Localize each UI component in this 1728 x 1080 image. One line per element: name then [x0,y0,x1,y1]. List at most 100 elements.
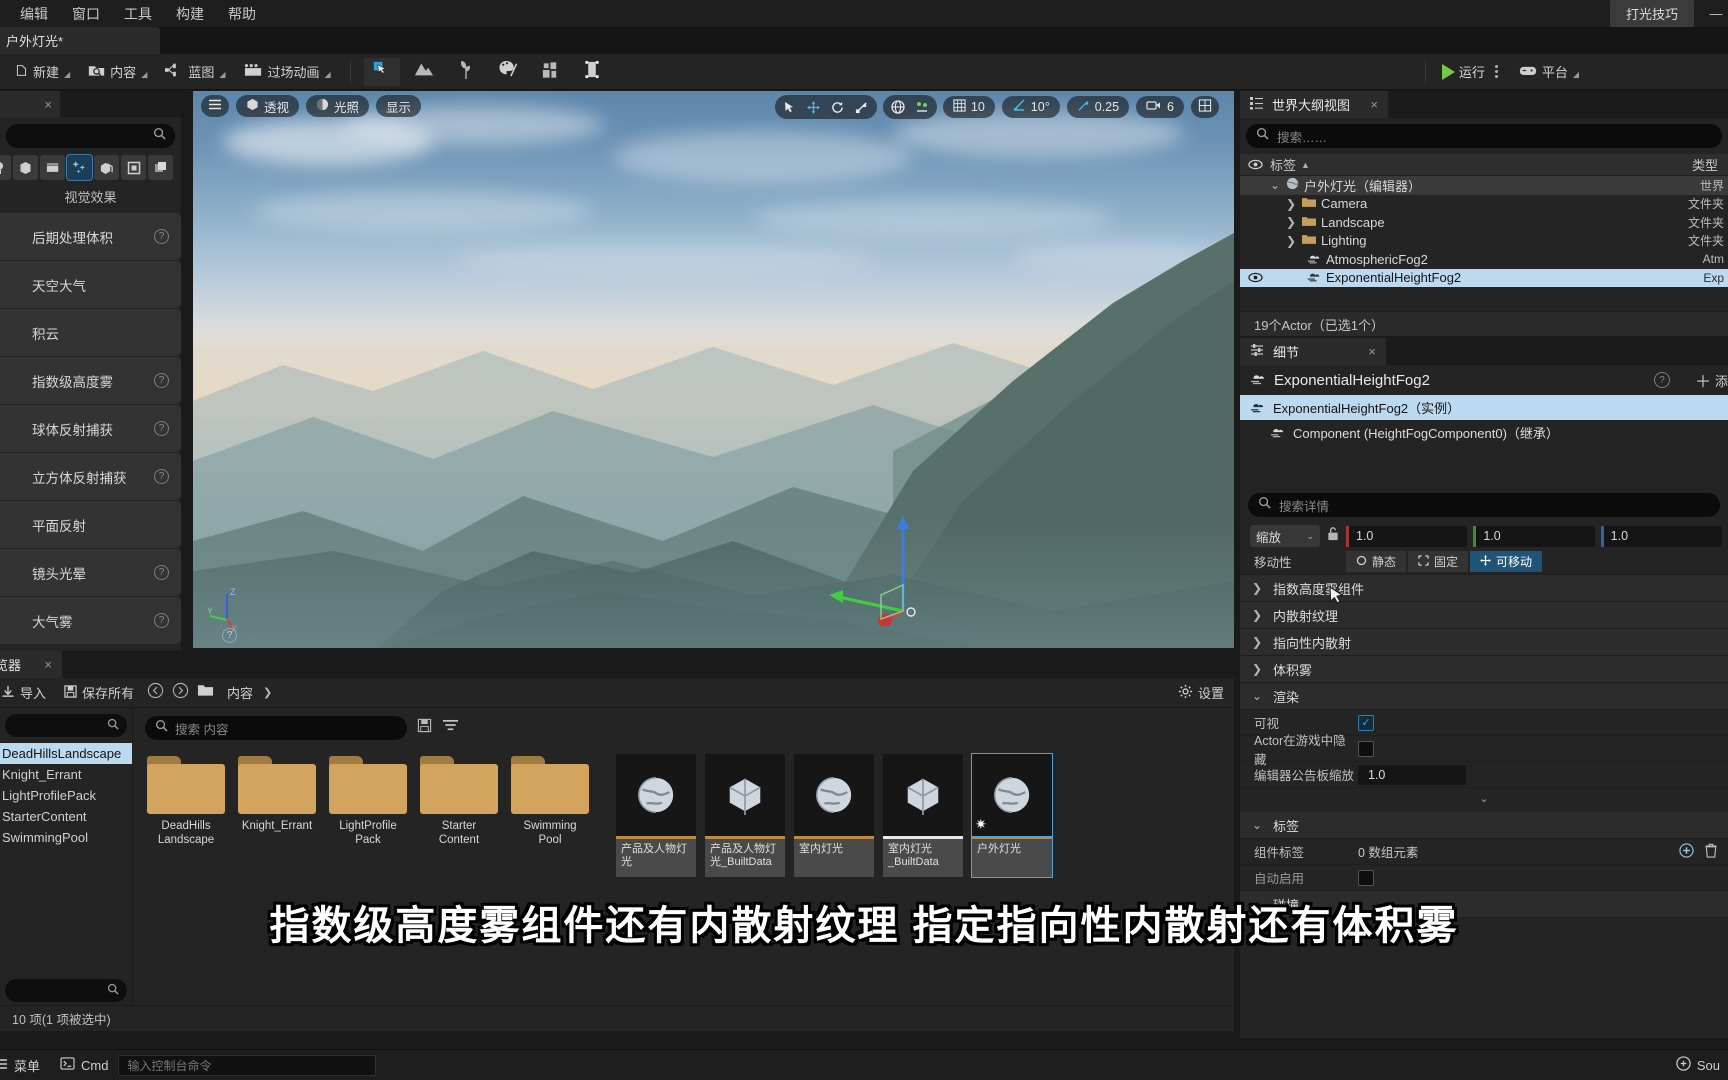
surface-snap-icon[interactable] [910,97,934,117]
auto-enable-checkbox[interactable] [1358,870,1374,886]
group-collision[interactable]: ⌄ 碰撞 [1240,891,1728,918]
place-actor-item-6[interactable]: 平面反射 [0,501,181,548]
place-actor-item-8[interactable]: 大气雾 ? [0,597,181,644]
outliner-row-world[interactable]: ⌄ 户外灯光（编辑器） 世界 [1240,176,1728,195]
group-rendering[interactable]: ⌄ 渲染 [1240,683,1728,710]
content-browser-settings-button[interactable]: 设置 [1178,683,1224,702]
select-tool-icon[interactable] [778,97,802,117]
menu-item-tools[interactable]: 工具 [112,1,164,27]
mode-fracture-button[interactable] [532,58,568,86]
lock-icon[interactable] [1326,526,1340,546]
save-all-button[interactable]: 保存所有 [59,681,139,704]
chevron-right-icon[interactable]: ❯ [1286,197,1297,211]
tree-item-deadhills[interactable]: DeadHillsLandscape [0,743,132,764]
platform-button[interactable]: 平台 ◢ [1510,58,1588,85]
rendering-expand-more-button[interactable]: ⌄ [1240,788,1728,808]
world-space-icon[interactable] [886,97,910,117]
folder-tile-knight[interactable]: Knight_Errant [236,754,318,877]
outliner-row-atmosphericfog2[interactable]: AtmosphericFog2 Atm [1240,250,1728,269]
asset-tile-0[interactable]: 产品及人物灯光 [616,754,696,877]
place-actors-tab[interactable]: × [0,91,60,117]
tree-item-lightprofile[interactable]: LightProfilePack [0,785,132,806]
category-cinematic-icon[interactable] [40,155,65,180]
outliner-tab[interactable]: 世界大纲视图 × [1240,91,1388,118]
category-geometry-icon[interactable] [94,155,119,180]
help-icon[interactable]: ? [154,613,169,628]
camera-speed-button[interactable]: 6 [1136,96,1184,118]
menu-item-help[interactable]: 帮助 [216,1,268,27]
place-actors-search-input[interactable] [6,124,175,148]
viewport-show-menu-button[interactable]: 显示 [376,95,421,117]
place-actor-item-4[interactable]: 球体反射捕获 ? [0,405,181,452]
project-tab[interactable]: 户外灯光* [0,27,160,54]
outliner-row-lighting[interactable]: ❯ Lighting 文件夹 [1240,232,1728,251]
level-viewport[interactable]: 透视 光照 显示 [193,91,1234,648]
place-actor-item-2[interactable]: 积云 [0,309,181,356]
group-volumetric-fog[interactable]: ❯ 体积雾 [1240,656,1728,683]
minimize-button[interactable]: — [1704,0,1728,27]
transform-mode-select[interactable]: 缩放 ⌄ [1250,525,1320,547]
group-inscattering-texture[interactable]: ❯ 内散射纹理 [1240,602,1728,629]
scale-x-input[interactable]: 1.0 [1346,526,1467,547]
filter-icon[interactable] [442,718,459,738]
play-options-icon[interactable] [1489,65,1504,78]
scale-tool-icon[interactable] [850,97,874,117]
folder-tile-swimming[interactable]: SwimmingPool [509,754,591,877]
console-command-input[interactable]: 输入控制台命令 [118,1055,376,1076]
details-tab[interactable]: 细节 × [1240,338,1386,365]
group-exp-height-fog-component[interactable]: ❯ 指数高度雾组件 [1240,575,1728,602]
play-button[interactable]: 运行 [1436,59,1510,84]
chevron-down-icon[interactable]: ⌄ [1270,178,1281,192]
breadcrumb[interactable]: 内容 ❯ [222,681,277,704]
place-actor-item-0[interactable]: 后期处理体积 ? [0,213,181,260]
visibility-toggle[interactable] [1240,272,1270,283]
billboard-scale-input[interactable]: 1.0 [1358,765,1466,785]
toolbar-blueprint-button[interactable]: 蓝图 ◢ [156,58,234,85]
outliner-row-landscape[interactable]: ❯ Landscape 文件夹 [1240,213,1728,232]
mode-select-button[interactable] [364,58,400,86]
asset-tile-4[interactable]: ✷ 户外灯光 [972,754,1052,877]
outliner-row-exponentialheightfog2[interactable]: ExponentialHeightFog2 Exp [1240,269,1728,288]
category-all-classes-icon[interactable] [148,155,173,180]
scale-z-input[interactable]: 1.0 [1601,526,1722,547]
toolbar-cinematics-button[interactable]: 过场动画 ◢ [235,58,340,85]
place-actor-item-1[interactable]: 天空大气 [0,261,181,308]
viewport-lit-mode-button[interactable]: 光照 [306,95,369,117]
rotate-tool-icon[interactable] [826,97,850,117]
outliner-type-column[interactable]: 类型 [1692,155,1718,174]
visible-checkbox[interactable]: ✓ [1358,715,1374,731]
mobility-stationary-button[interactable]: 固定 [1408,551,1468,572]
menu-item-edit[interactable]: 编辑 [8,1,60,27]
close-icon[interactable]: × [44,657,52,672]
import-button[interactable]: 导入 [0,681,51,704]
outliner-label-column[interactable]: 标签 [1270,155,1296,174]
viewport-layout-button[interactable] [1191,96,1219,118]
component-row-child[interactable]: Component (HeightFogComponent0)（继承） [1240,420,1728,445]
hidden-in-game-checkbox[interactable] [1358,741,1374,757]
tree-item-swimming[interactable]: SwimmingPool [0,827,132,848]
close-icon[interactable]: × [1368,344,1376,359]
toolbar-content-button[interactable]: 内容 ◢ [79,58,156,85]
outliner-row-camera[interactable]: ❯ Camera 文件夹 [1240,195,1728,214]
place-actor-item-7[interactable]: 镜头光晕 ? [0,549,181,596]
asset-tile-1[interactable]: 产品及人物灯光_BuiltData [705,754,785,877]
mobility-static-button[interactable]: 静态 [1346,551,1406,572]
transform-gizmo[interactable] [823,511,933,626]
add-element-icon[interactable] [1679,843,1694,861]
move-tool-icon[interactable] [802,97,826,117]
place-actor-item-5[interactable]: 立方体反射捕获 ? [0,453,181,500]
forward-arrow-icon[interactable] [172,682,189,704]
help-icon[interactable]: ? [154,229,169,244]
menu-item-build[interactable]: 构建 [164,1,216,27]
help-icon[interactable]: ? [154,469,169,484]
folder-tile-starter[interactable]: StarterContent [418,754,500,877]
help-icon[interactable]: ? [154,421,169,436]
group-directional-inscattering[interactable]: ❯ 指向性内散射 [1240,629,1728,656]
menu-item-window[interactable]: 窗口 [60,1,112,27]
category-basic-icon[interactable] [13,155,38,180]
component-row-root[interactable]: ExponentialHeightFog2（实例） [1240,395,1728,420]
viewport-view-mode-button[interactable]: 透视 [236,95,299,117]
tree-item-knight[interactable]: Knight_Errant [0,764,132,785]
viewport-menu-button[interactable] [201,95,229,117]
angle-snap-button[interactable]: 10° [1002,96,1060,118]
